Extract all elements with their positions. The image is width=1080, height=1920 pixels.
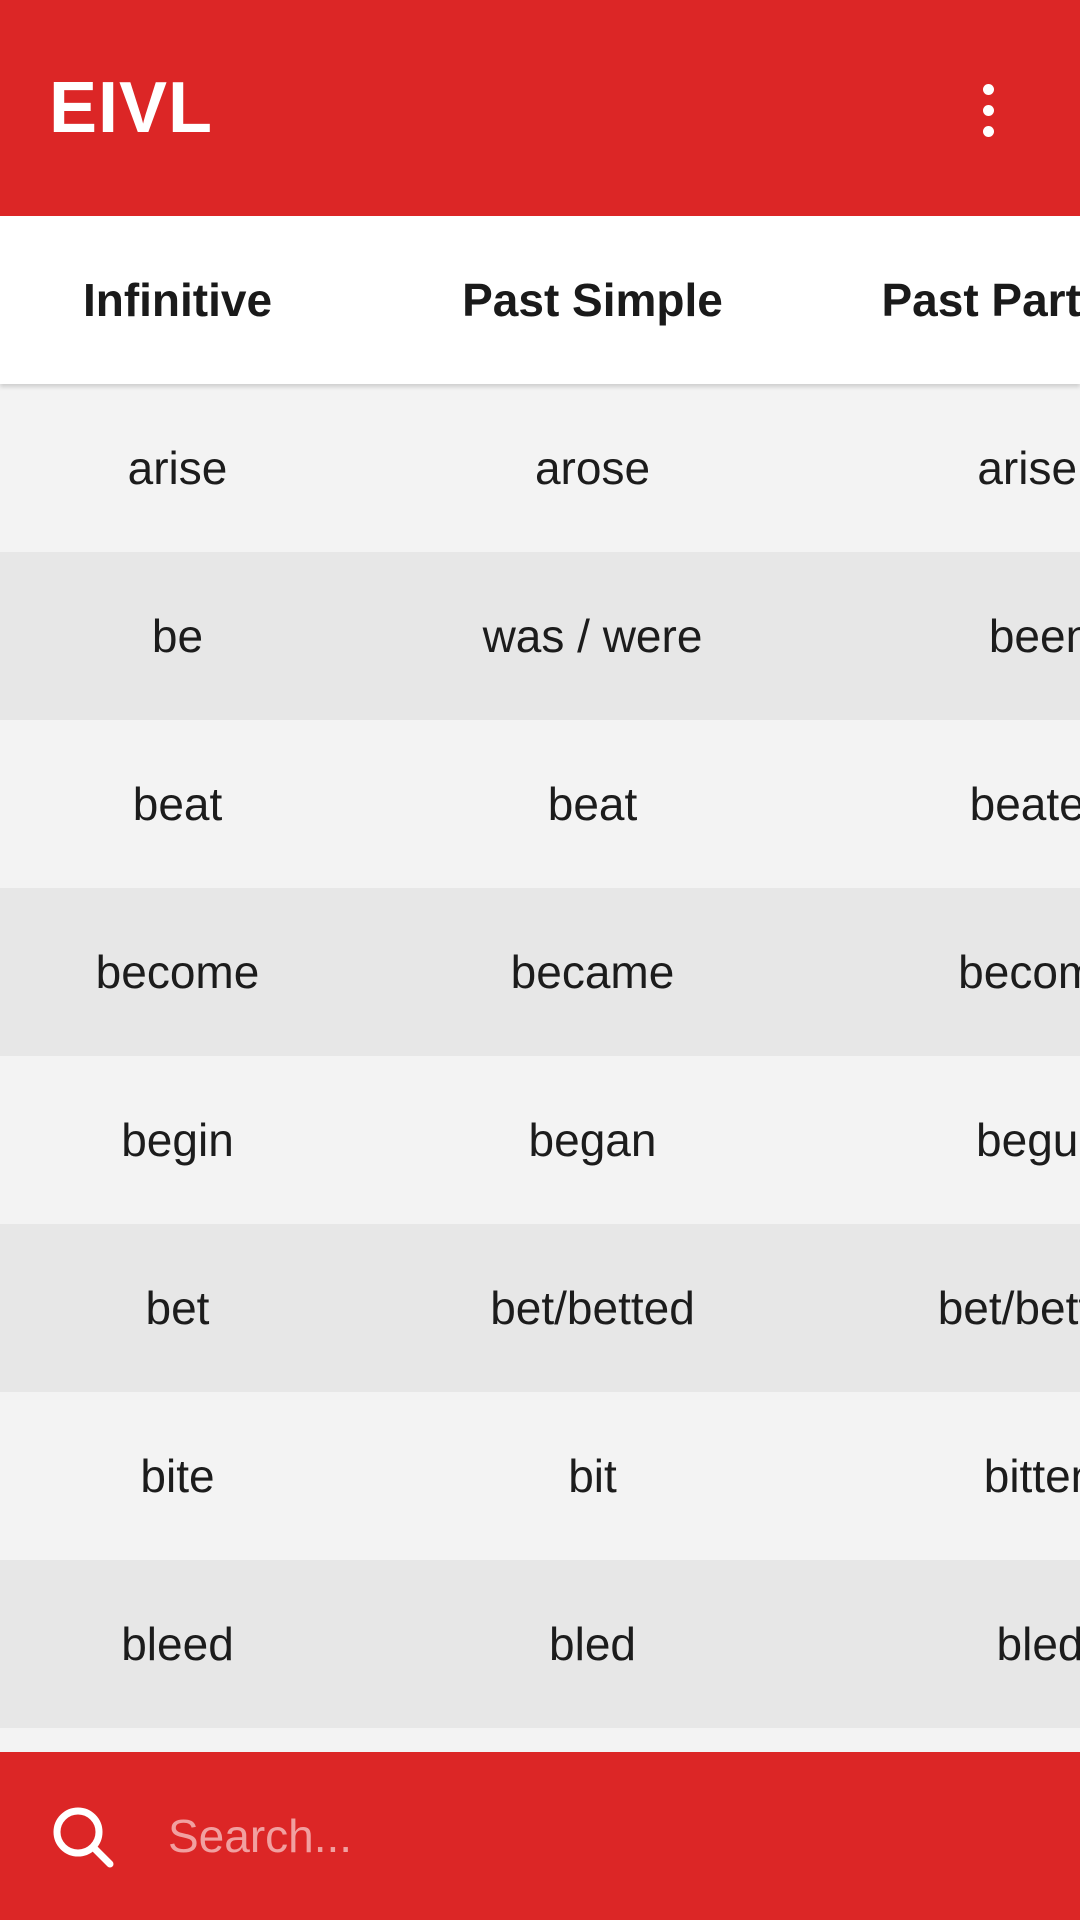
cell-infinitive: bite	[140, 1450, 215, 1502]
cell-past-simple: bit	[568, 1450, 617, 1502]
cell-infinitive: arise	[127, 442, 228, 494]
table-row[interactable]: become became become	[0, 888, 1080, 1056]
cell-infinitive: bleed	[121, 1618, 234, 1670]
cell-past-participle: bled	[996, 1618, 1080, 1670]
table-row[interactable]: bite bit bitten	[0, 1392, 1080, 1560]
table-row[interactable]: bleed bled bled	[0, 1560, 1080, 1728]
column-header-past-participle[interactable]: Past Participle	[830, 216, 1080, 384]
app-title: EIVL	[49, 68, 214, 148]
verb-table-body[interactable]: arise arose arisen be was / were been be…	[0, 384, 1080, 1752]
cell-past-participle: been	[988, 610, 1080, 662]
column-header-infinitive[interactable]: Infinitive	[0, 216, 355, 384]
cell-infinitive: bet	[145, 1282, 210, 1334]
search-input[interactable]	[168, 1796, 1028, 1876]
table-row[interactable]: bet bet/betted bet/betted	[0, 1224, 1080, 1392]
search-icon[interactable]	[50, 1804, 118, 1872]
cell-past-participle: arisen	[977, 442, 1080, 494]
cell-infinitive: beat	[132, 778, 223, 830]
table-row[interactable]: be was / were been	[0, 552, 1080, 720]
cell-past-simple: began	[528, 1114, 657, 1166]
menu-dot	[982, 125, 994, 137]
table-row[interactable]: beat beat beaten	[0, 720, 1080, 888]
cell-past-simple: arose	[534, 442, 651, 494]
cell-past-participle: bitten	[983, 1450, 1080, 1502]
cell-past-simple: bled	[549, 1618, 636, 1670]
cell-past-participle: bet/betted	[937, 1282, 1080, 1334]
cell-past-participle: beaten	[969, 778, 1080, 830]
menu-dot	[982, 104, 994, 116]
top-app-bar: EIVL	[0, 0, 1080, 216]
table-row[interactable]	[0, 1728, 1080, 1752]
menu-dot	[982, 83, 994, 95]
cell-infinitive: become	[95, 946, 260, 998]
bottom-search-bar	[0, 1752, 1080, 1920]
cell-past-simple: became	[510, 946, 675, 998]
table-row[interactable]: begin began begun	[0, 1056, 1080, 1224]
column-header-past-simple[interactable]: Past Simple	[355, 216, 830, 384]
cell-past-simple: beat	[547, 778, 638, 830]
cell-past-simple: was / were	[482, 610, 703, 662]
app-root: EIVL Infinitive Past Simple Past Partici…	[0, 0, 1080, 1920]
table-row[interactable]: arise arose arisen	[0, 384, 1080, 552]
table-header: Infinitive Past Simple Past Participle	[0, 216, 1080, 384]
more-vert-icon[interactable]	[956, 78, 1020, 142]
cell-past-simple: bet/betted	[490, 1282, 695, 1334]
cell-infinitive: begin	[121, 1114, 234, 1166]
cell-past-participle: begun	[976, 1114, 1080, 1166]
cell-infinitive: be	[151, 610, 204, 662]
cell-past-participle: become	[958, 946, 1080, 998]
